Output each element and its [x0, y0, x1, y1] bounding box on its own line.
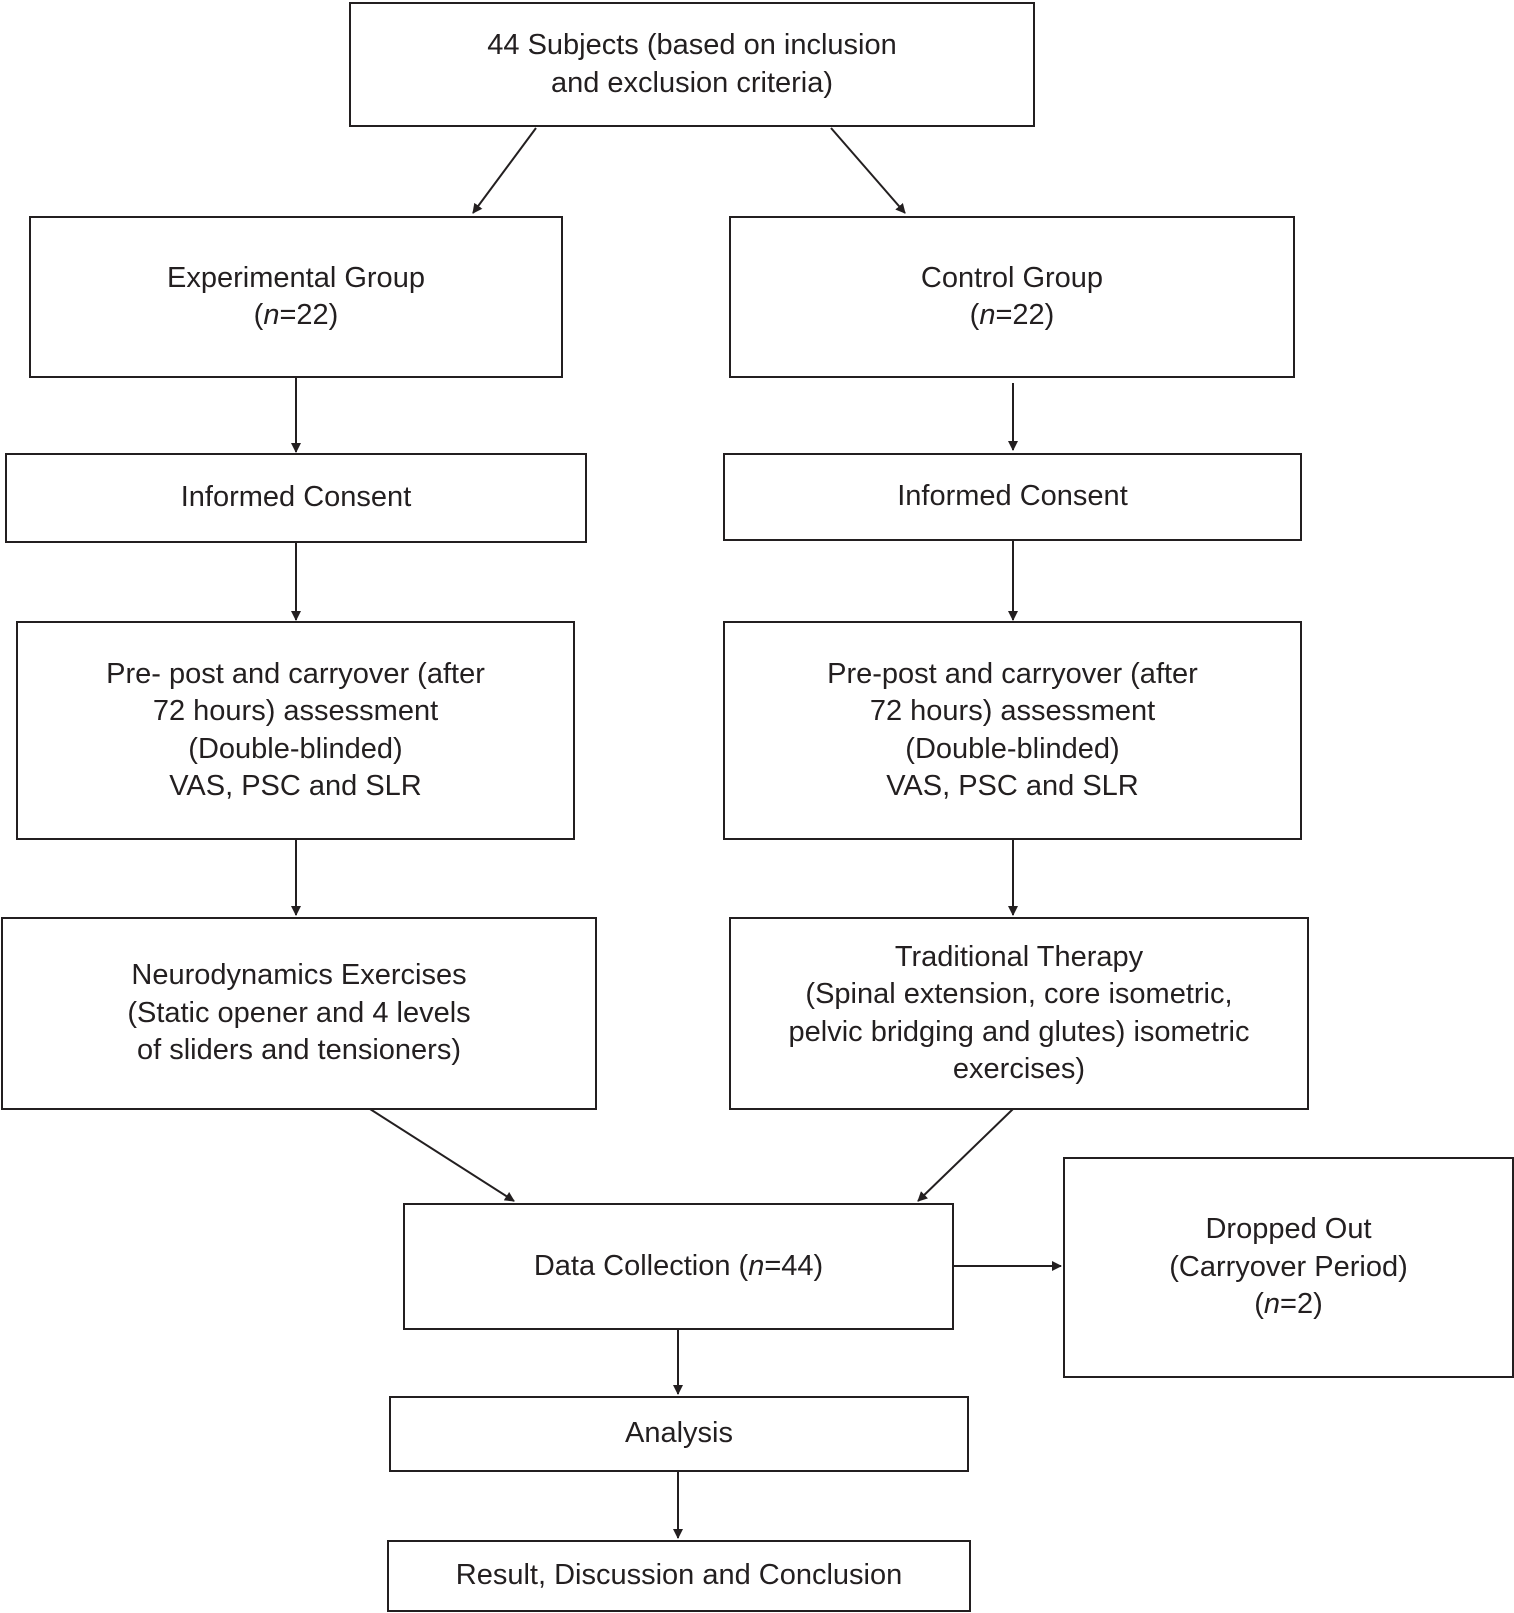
n-value: =2): [1280, 1288, 1323, 1321]
dropped-out-title: Dropped Out: [1205, 1213, 1372, 1246]
dropped-out-n: (n=2): [1254, 1286, 1323, 1324]
informed-consent-label: Informed Consent: [897, 480, 1128, 513]
n-prefix: (: [1254, 1288, 1264, 1321]
data-collection-box: Data Collection (n=44): [403, 1203, 954, 1330]
arrow-subjects-to-experimental: [472, 127, 537, 214]
n-prefix: (: [253, 299, 264, 331]
analysis-label: Analysis: [625, 1417, 733, 1450]
dropped-out-period: (Carryover Period): [1169, 1250, 1408, 1283]
assessment-line: (Double-blinded): [905, 732, 1120, 765]
data-collection-label: Data Collection (n=44): [534, 1248, 823, 1286]
assessment-line: Pre-post and carryover (after: [827, 657, 1198, 690]
result-box: Result, Discussion and Conclusion: [387, 1540, 971, 1612]
control-group-title: Control Group: [920, 261, 1104, 294]
analysis-box: Analysis: [389, 1396, 969, 1472]
control-group-n: (n=22): [970, 297, 1055, 335]
traditional-line: pelvic bridging and glutes) isometric: [788, 1015, 1250, 1048]
subjects-line: and exclusion criteria): [550, 66, 834, 99]
assessment-line: 72 hours) assessment: [152, 695, 439, 727]
informed-consent-right-box: Informed Consent: [723, 453, 1302, 541]
assessment-line: Pre- post and carryover (after: [106, 657, 485, 690]
arrow-subjects-to-control: [830, 127, 906, 214]
assessment-line: VAS, PSC and SLR: [886, 770, 1139, 802]
control-group-box: Control Group (n=22): [729, 216, 1295, 378]
neurodynamics-line: (Static opener and 4 levels: [127, 996, 471, 1029]
informed-consent-left-box: Informed Consent: [5, 453, 587, 543]
subjects-box: 44 Subjects (based on inclusion and excl…: [349, 2, 1035, 127]
neurodynamics-line: Neurodynamics Exercises: [131, 959, 467, 992]
neurodynamics-box: Neurodynamics Exercises (Static opener a…: [1, 917, 597, 1110]
n-value: =22): [279, 299, 339, 331]
result-label: Result, Discussion and Conclusion: [455, 1559, 903, 1592]
n-variable: n: [263, 299, 280, 331]
traditional-line: exercises): [952, 1053, 1086, 1085]
assessment-right-box: Pre-post and carryover (after 72 hours) …: [723, 621, 1302, 840]
arrow-neurodynamics-to-data: [369, 1108, 515, 1202]
experimental-group-title: Experimental Group: [167, 261, 425, 294]
n-value: =22): [995, 299, 1055, 331]
n-variable: n: [979, 299, 996, 331]
n-prefix: (: [969, 299, 980, 331]
n-value: =44): [764, 1249, 824, 1282]
n-variable: n: [1263, 1288, 1281, 1321]
informed-consent-label: Informed Consent: [180, 481, 412, 514]
assessment-line: (Double-blinded): [188, 732, 403, 765]
subjects-line: 44 Subjects (based on inclusion: [487, 29, 897, 61]
arrow-traditional-to-data: [917, 1108, 1014, 1202]
traditional-line: (Spinal extension, core isometric,: [805, 978, 1233, 1010]
n-variable: n: [748, 1249, 765, 1282]
data-collection-text: Data Collection (: [533, 1249, 749, 1282]
experimental-group-box: Experimental Group (n=22): [29, 216, 563, 378]
assessment-left-box: Pre- post and carryover (after 72 hours)…: [16, 621, 575, 840]
dropped-out-box: Dropped Out (Carryover Period) (n=2): [1063, 1157, 1514, 1378]
traditional-line: Traditional Therapy: [894, 940, 1144, 973]
neurodynamics-line: of sliders and tensioners): [137, 1034, 461, 1067]
assessment-line: 72 hours) assessment: [869, 695, 1156, 727]
assessment-line: VAS, PSC and SLR: [169, 770, 422, 802]
traditional-therapy-box: Traditional Therapy (Spinal extension, c…: [729, 917, 1309, 1110]
experimental-group-n: (n=22): [254, 297, 339, 335]
